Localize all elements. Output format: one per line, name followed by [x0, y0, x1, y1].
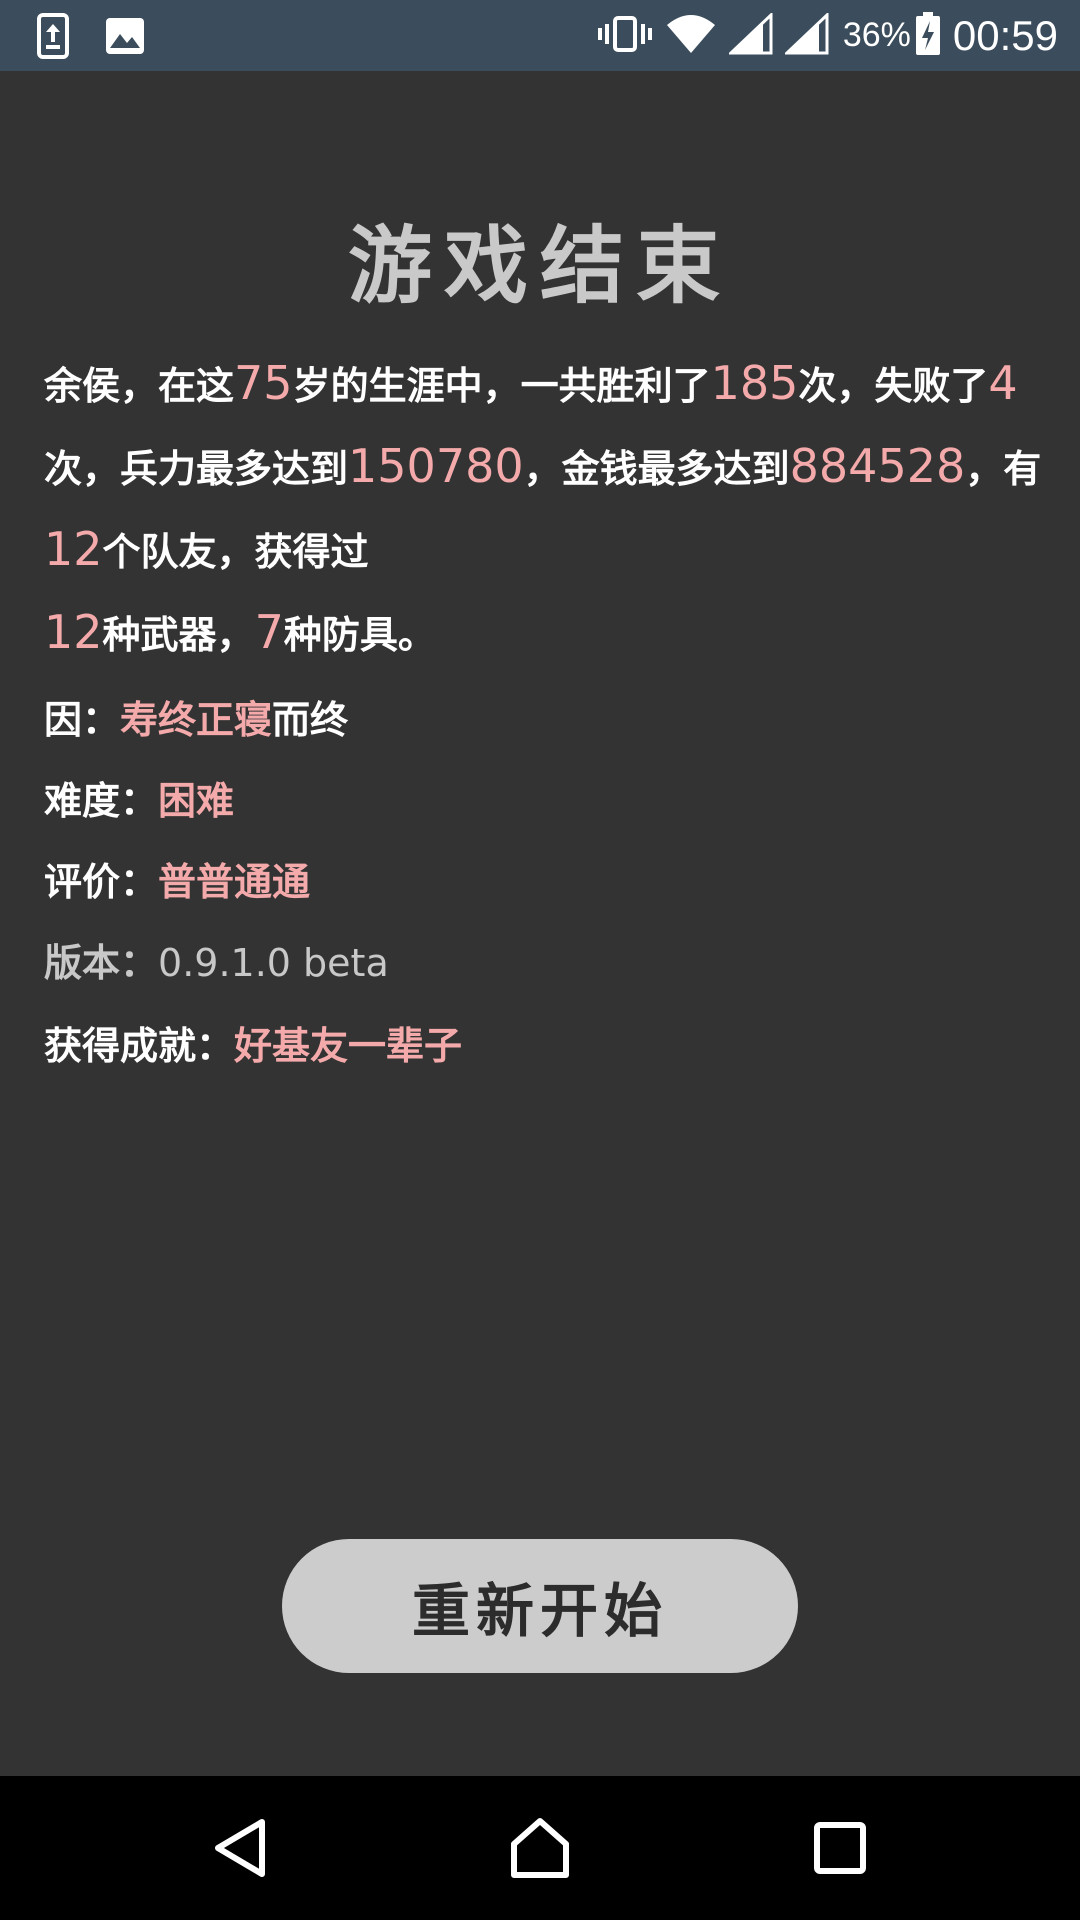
- cause-value: 寿终正寝: [120, 697, 273, 742]
- losses-value: 4: [988, 356, 1018, 410]
- achievement-line: 获得成就：好基友一辈子: [44, 1015, 462, 1070]
- summary-text: ，有: [965, 446, 1042, 491]
- navigation-bar: [0, 1776, 1080, 1920]
- rating-value: 普普通通: [158, 859, 311, 904]
- status-icons: 36% 00:59: [585, 0, 1058, 71]
- back-button[interactable]: [170, 1776, 310, 1920]
- recents-icon: [814, 1822, 866, 1874]
- page-title: 游戏结束: [347, 216, 732, 315]
- rating-line: 评价：普普通通: [44, 851, 310, 906]
- image-notification-icon: [104, 16, 146, 60]
- summary-text: ，金钱最多达到: [523, 446, 790, 491]
- recents-button[interactable]: [770, 1776, 910, 1920]
- summary-text: 次，失败了: [798, 363, 989, 408]
- max-troops-value: 150780: [348, 439, 524, 493]
- weapons-value: 12: [44, 605, 103, 659]
- game-over-screen: 游戏结束 余侯，在这75岁的生涯中，一共胜利了185次，失败了4 次，兵力最多达到…: [0, 71, 1080, 1776]
- cause-suffix: 而终: [272, 697, 349, 742]
- clock: 00:59: [952, 11, 1058, 59]
- summary-text: 余侯，在这: [44, 363, 235, 408]
- career-summary: 余侯，在这75岁的生涯中，一共胜利了185次，失败了4 次，兵力最多达到15078…: [44, 343, 1044, 675]
- summary-text: 个队友，获得过: [102, 529, 369, 574]
- summary-text: 岁的生涯中，一共胜利了: [292, 363, 711, 408]
- battery-percent: 36%: [842, 16, 911, 54]
- status-bar: 36% 00:59: [0, 0, 1080, 71]
- armors-value: 7: [254, 605, 284, 659]
- summary-text: 次，兵力最多达到: [44, 446, 349, 491]
- achievement-value: 好基友一辈子: [234, 1023, 463, 1068]
- rating-label: 评价：: [44, 859, 159, 904]
- cause-label: 因：: [44, 697, 121, 742]
- restart-button[interactable]: 重新开始: [282, 1539, 798, 1673]
- difficulty-label: 难度：: [44, 778, 159, 823]
- wins-value: 185: [710, 356, 799, 410]
- achievement-label: 获得成就：: [44, 1023, 235, 1068]
- battery-charging-icon: [915, 11, 941, 60]
- signal-icon: [727, 11, 773, 59]
- age-value: 75: [234, 356, 293, 410]
- wifi-icon: [665, 13, 717, 59]
- cause-line: 因：寿终正寝而终: [44, 689, 348, 744]
- summary-text: 种武器，: [102, 612, 255, 657]
- difficulty-value: 困难: [158, 778, 235, 823]
- version-line: 版本：0.9.1.0 beta: [44, 932, 389, 987]
- upload-notification-icon: [36, 12, 72, 64]
- home-button[interactable]: [470, 1776, 610, 1920]
- version-label: 版本：: [44, 940, 159, 985]
- version-value: 0.9.1.0 beta: [158, 941, 389, 985]
- back-icon: [215, 1819, 265, 1877]
- teammates-value: 12: [44, 522, 103, 576]
- signal-icon: [783, 11, 829, 59]
- home-icon: [511, 1818, 569, 1878]
- summary-text: 种防具。: [283, 612, 436, 657]
- difficulty-line: 难度：困难: [44, 770, 234, 825]
- vibrate-icon: [597, 14, 653, 58]
- max-money-value: 884528: [789, 439, 966, 493]
